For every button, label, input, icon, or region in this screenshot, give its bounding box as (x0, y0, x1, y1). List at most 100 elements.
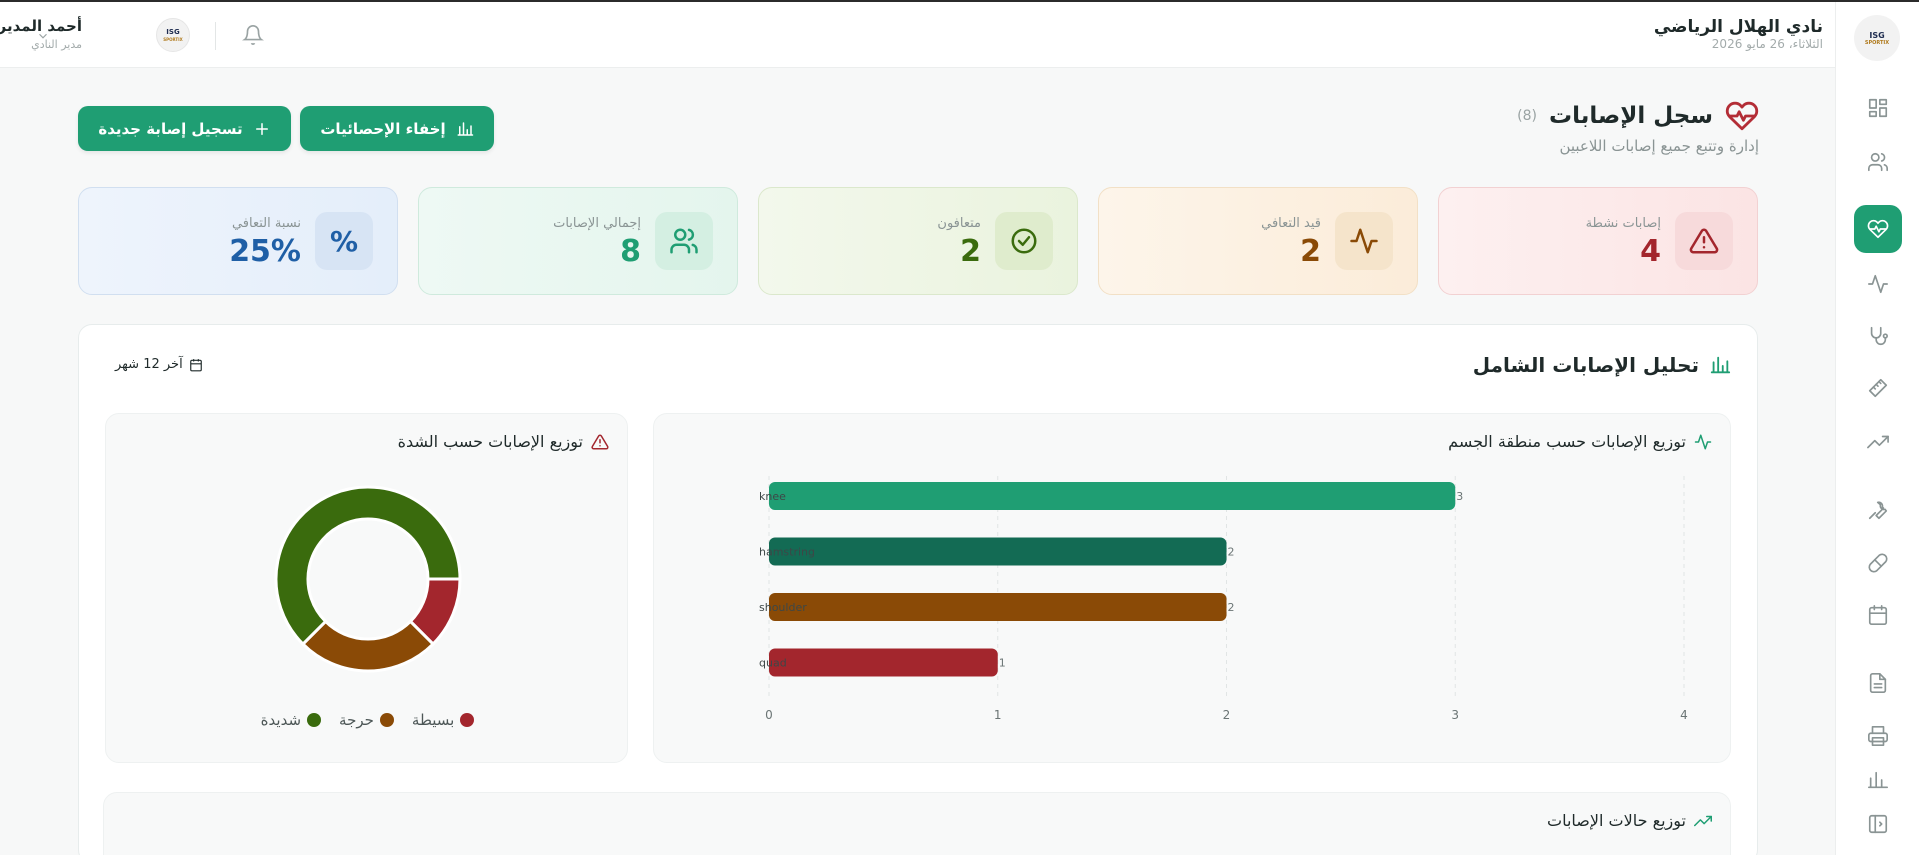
bar-hamstring (769, 537, 1227, 566)
x-tick-label: 3 (1451, 708, 1459, 722)
user-avatar: ISG SPORTIX (156, 18, 190, 52)
bar-quad (769, 648, 998, 677)
sidebar-item-injuries[interactable] (1854, 205, 1902, 253)
user-menu[interactable]: ISG SPORTIX أحمد المدير مدير النادي (0, 12, 208, 58)
page-heading: سجل الإصابات (8) (1517, 100, 1759, 132)
header-divider (215, 22, 216, 50)
trend-icon (1694, 815, 1712, 826)
users-icon (670, 228, 698, 254)
stat-label: متعافون (937, 216, 981, 231)
severity-donut-chart (274, 485, 462, 673)
user-name: أحمد المدير (0, 17, 82, 35)
trend-icon (1867, 435, 1889, 449)
add-injury-button[interactable]: تسجيل إصابة جديدة (78, 106, 291, 151)
data-label: 2 (1228, 546, 1235, 559)
stat-total-injuries: إجمالي الإصابات 8 (418, 187, 738, 295)
stat-value: 2 (960, 234, 981, 269)
chart-icon (1710, 356, 1731, 374)
hide-stats-button[interactable]: إخفاء الإحصائيات (300, 106, 494, 151)
sidebar-item-medications[interactable] (1854, 539, 1902, 587)
stat-value: 8 (620, 234, 641, 269)
data-label: 2 (1228, 601, 1235, 614)
calendar-icon (1868, 605, 1888, 625)
body-region-bar-chart: 0 1 2 3 4 knee 3 hamstring 2 shoulder 2 quad 1 (759, 476, 1688, 722)
stat-recovered: متعافون 2 (758, 187, 1078, 295)
sidebar-item-calendar[interactable] (1854, 591, 1902, 639)
legend-label: حرجة (339, 711, 374, 729)
sidebar-item-equipment[interactable] (1854, 486, 1902, 534)
page-title: سجل الإصابات (1549, 103, 1713, 129)
legend-label: شديدة (260, 711, 302, 729)
sidebar-collapse[interactable] (1854, 800, 1902, 848)
sidebar-item-performance[interactable] (1854, 418, 1902, 466)
sidebar: ISG SPORTIX (1835, 2, 1919, 855)
top-header: نادي الهلال الرياضي الثلاثاء، 26 مايو 20… (0, 2, 1905, 68)
bar-knee (769, 482, 1456, 510)
legend-swatch (307, 713, 322, 727)
wrench-icon (1868, 501, 1888, 520)
activity-icon (1350, 228, 1378, 254)
analysis-title: تحليل الإصابات الشامل (1473, 353, 1731, 377)
stat-recovering: قيد التعافي 2 (1098, 187, 1418, 295)
sidebar-item-reports[interactable] (1854, 659, 1902, 707)
activity-icon (1868, 274, 1888, 294)
page-subtitle: إدارة وتتبع جميع إصابات اللاعبين (1559, 137, 1759, 155)
category-label: quad (759, 657, 787, 670)
bar-shoulder (769, 593, 1227, 621)
x-tick-label: 0 (765, 708, 773, 722)
sidebar-item-print[interactable] (1854, 712, 1902, 760)
category-label: hamstring (759, 546, 815, 559)
percent-icon-box: % (315, 212, 373, 270)
chart-icon (457, 121, 473, 136)
heart-pulse-icon (1725, 101, 1759, 131)
check-circle-icon (1011, 228, 1037, 254)
collapse-icon (1868, 814, 1888, 834)
dashboard-icon (1868, 98, 1888, 118)
warning-icon-box (1675, 212, 1733, 270)
legend-label: بسيطة (411, 711, 455, 729)
club-date: الثلاثاء، 26 مايو 2026 (1711, 37, 1823, 51)
stat-recovery-rate: % نسبة التعافي 25% (78, 187, 398, 295)
activity-icon-box (1335, 212, 1393, 270)
body-region-chart-card: توزيع الإصابات حسب منطقة الجسم 0 1 2 3 4 knee… (653, 413, 1731, 763)
sidebar-item-players[interactable] (1854, 138, 1902, 186)
sidebar-item-statistics[interactable] (1854, 768, 1902, 792)
check-icon-box (995, 212, 1053, 270)
legend-item: حرجة (339, 711, 394, 729)
data-label: 1 (999, 657, 1006, 670)
sidebar-item-activity[interactable] (1854, 260, 1902, 308)
bell-icon[interactable] (242, 24, 264, 46)
stat-label: إصابات نشطة (1585, 216, 1661, 231)
severity-chart-card: توزيع الإصابات حسب الشدة بسيطة حرجة شديدة (105, 413, 628, 763)
warning-icon (1689, 228, 1719, 254)
stat-active-injuries: إصابات نشطة 4 (1438, 187, 1758, 295)
status-chart-title: توزيع حالات الإصابات (1547, 811, 1712, 830)
period-selector[interactable]: آخر 12 شهر (115, 357, 203, 372)
user-role: مدير النادي (31, 38, 82, 51)
sidebar-item-measurements[interactable] (1854, 364, 1902, 412)
club-name: نادي الهلال الرياضي (1653, 17, 1823, 37)
sidebar-item-dashboard[interactable] (1854, 84, 1902, 132)
stat-value: 2 (1300, 234, 1321, 269)
users-icon (1868, 152, 1888, 172)
x-tick-label: 4 (1680, 708, 1688, 722)
x-tick-label: 1 (994, 708, 1002, 722)
legend-item: شديدة (260, 711, 322, 729)
chart-icon (1868, 771, 1888, 789)
stat-label: نسبة التعافي (231, 216, 301, 231)
status-chart-card: توزيع حالات الإصابات (103, 792, 1731, 855)
ruler-icon (1868, 378, 1888, 398)
injury-count: (8) (1517, 108, 1537, 124)
calendar-icon (189, 358, 202, 371)
plus-icon (255, 122, 268, 135)
stat-value: 25% (229, 234, 301, 269)
pill-icon (1868, 553, 1888, 573)
stat-label: إجمالي الإصابات (553, 216, 641, 231)
x-tick-label: 2 (1223, 708, 1231, 722)
sidebar-logo[interactable]: ISG SPORTIX (1854, 15, 1900, 61)
stat-label: قيد التعافي (1261, 216, 1321, 231)
stethoscope-icon (1870, 326, 1888, 346)
document-icon (1869, 673, 1887, 693)
sidebar-item-medical[interactable] (1854, 312, 1902, 360)
percent-icon: % (329, 224, 359, 258)
